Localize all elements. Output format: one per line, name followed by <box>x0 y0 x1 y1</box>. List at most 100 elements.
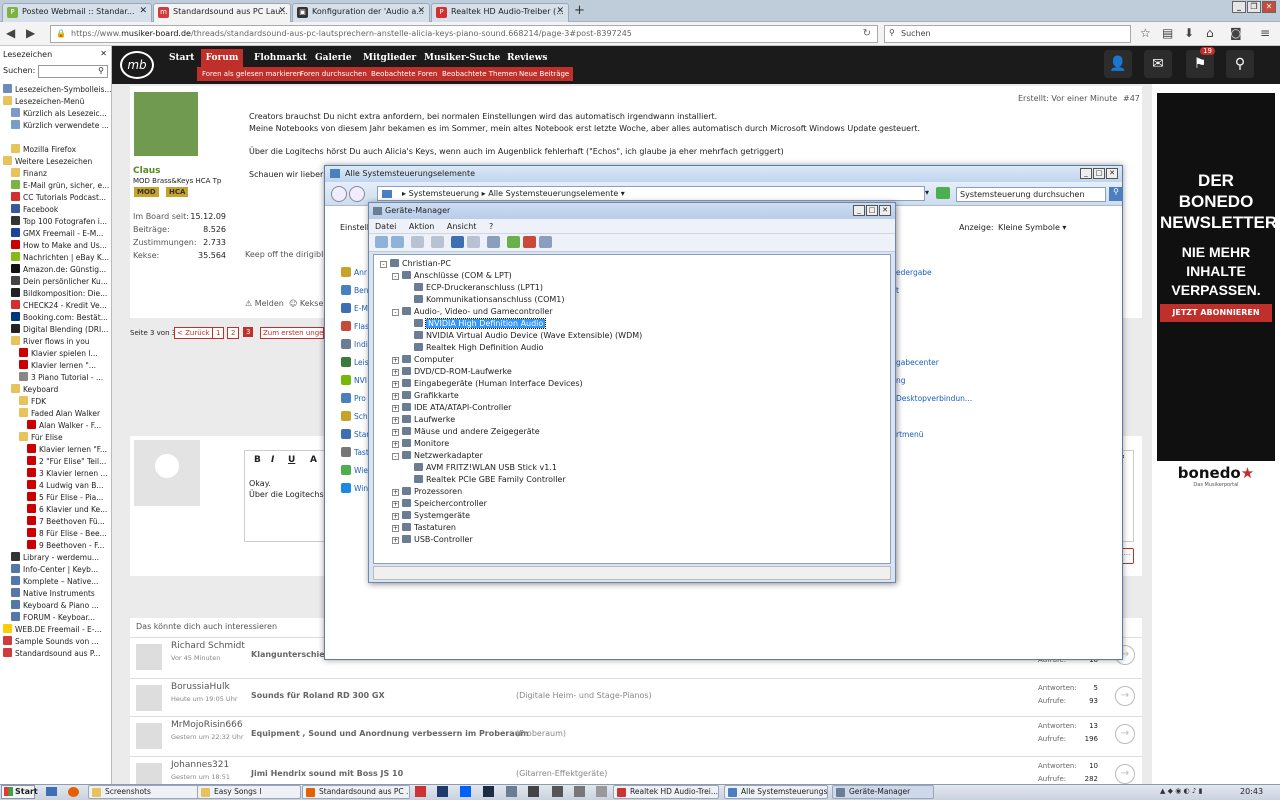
disable-icon[interactable] <box>539 236 552 248</box>
menu-mitglieder[interactable]: Mitglieder <box>363 53 416 63</box>
breadcrumb[interactable]: ▸ Systemsteuerung ▸ Alle Systemsteuerung… <box>377 186 925 201</box>
bookmark-item[interactable]: Keyboard & Piano ... <box>11 600 111 612</box>
dropbox-icon[interactable] <box>460 786 471 797</box>
show-desktop-icon[interactable] <box>46 787 57 796</box>
device-item[interactable]: Realtek High Definition Audio <box>404 342 543 353</box>
submenu-mark-read[interactable]: Foren als gelesen markieren <box>202 70 301 78</box>
menu-musiker-suche[interactable]: Musiker-Suche <box>424 53 500 63</box>
bookmark-item[interactable]: Amazon.de: Günstig... <box>11 264 111 276</box>
device-category[interactable]: + USB-Controller <box>392 534 473 545</box>
expand-icon[interactable]: + <box>392 357 399 364</box>
bookmark-item[interactable]: WEB.DE Freemail - E-... <box>3 624 111 636</box>
device-item[interactable]: AVM FRITZ!WLAN USB Stick v1.1 <box>404 462 557 473</box>
scan-hardware-icon[interactable] <box>487 236 500 248</box>
bookmark-item[interactable]: FDK <box>19 396 111 408</box>
system-tray-icons[interactable]: ▲ ◆ ◉ ◐ ♪ ▮ <box>1160 787 1230 797</box>
close-tab-icon[interactable]: ✕ <box>417 6 425 16</box>
bookmark-item[interactable]: Komplete – Native... <box>11 576 111 588</box>
collapse-icon[interactable]: - <box>392 453 399 460</box>
expand-icon[interactable]: + <box>392 537 399 544</box>
arrow-right-icon[interactable]: → <box>1115 764 1135 784</box>
bookmark-item[interactable]: CC Tutorials Podcast... <box>11 192 111 204</box>
bookmark-item[interactable]: Für Elise <box>19 432 111 444</box>
device-item[interactable]: Kommunikationsanschluss (COM1) <box>404 294 564 305</box>
page-3-button[interactable]: 3 <box>243 327 254 337</box>
thread-user[interactable]: Richard Schmidt <box>171 641 245 651</box>
photoshop-icon[interactable] <box>483 786 494 797</box>
device-category[interactable]: - Audio-, Video- und Gamecontroller <box>392 306 553 317</box>
control-panel-item[interactable]: E-M <box>354 304 368 313</box>
maximize-button[interactable]: □ <box>1093 168 1105 179</box>
device-manager-title-bar[interactable]: Geräte-Manager _ □ ✕ <box>369 203 895 219</box>
device-item[interactable]: NVIDIA High Definition Audio <box>404 318 547 329</box>
search-icon[interactable]: ⚲ <box>1109 187 1123 201</box>
page-1-button[interactable]: 1 <box>212 327 225 339</box>
pocket-icon[interactable]: ◙ <box>1230 26 1242 40</box>
menu-help[interactable]: ? <box>489 222 493 231</box>
bookmark-item[interactable]: 5 Für Elise - Pia... <box>27 492 111 504</box>
bookmark-item[interactable]: Bildkomposition: Die... <box>11 288 111 300</box>
bookmark-item[interactable]: GMX Freemail - E-M... <box>11 228 111 240</box>
control-panel-item[interactable]: edergabe <box>896 268 932 277</box>
thread-title[interactable]: Sounds für Roland RD 300 GX <box>251 691 385 700</box>
device-item[interactable]: ECP-Druckeranschluss (LPT1) <box>404 282 543 293</box>
menu-forum[interactable]: Forum <box>201 49 243 67</box>
submenu-watched-forums[interactable]: Beobachtete Foren <box>371 70 437 78</box>
app-quick-icon[interactable] <box>528 786 539 797</box>
close-button[interactable]: ✕ <box>1106 168 1118 179</box>
search-icon[interactable]: ⚲ <box>1226 50 1254 78</box>
collapse-icon[interactable]: - <box>392 273 399 280</box>
bookmark-item[interactable]: Info-Center | Keyb... <box>11 564 111 576</box>
expand-icon[interactable]: + <box>392 393 399 400</box>
maximize-button[interactable]: □ <box>866 205 878 216</box>
thread-title[interactable]: Equipment , Sound und Anordnung verbesse… <box>251 729 529 738</box>
device-item[interactable]: NVIDIA Virtual Audio Device (Wave Extens… <box>404 330 642 341</box>
tree-root[interactable]: - Christian-PC <box>380 258 451 269</box>
device-category[interactable]: + Laufwerke <box>392 414 455 425</box>
close-sidebar-icon[interactable]: ✕ <box>100 49 107 58</box>
reload-icon[interactable]: ↻ <box>863 28 871 39</box>
browser-tab[interactable]: P Realtek HD Audio-Treiber (... ✕ <box>431 3 569 22</box>
bookmark-item[interactable]: Library - werdemu... <box>11 552 111 564</box>
details-icon[interactable] <box>467 236 480 248</box>
subscribe-button[interactable]: JETZT ABONNIEREN <box>1160 304 1272 322</box>
help-icon[interactable] <box>451 236 464 248</box>
first-unread-button[interactable]: Zum ersten ungele <box>260 327 324 339</box>
bookmark-item[interactable]: Nachrichten | eBay K... <box>11 252 111 264</box>
cookies-link[interactable]: ☺ Kekse <box>289 299 323 308</box>
expand-icon[interactable]: + <box>392 417 399 424</box>
url-bar[interactable]: 🔒 https://www.musiker-board.de/threads/s… <box>50 25 878 43</box>
control-panel-item[interactable]: t <box>896 286 899 295</box>
uninstall-icon[interactable] <box>523 236 536 248</box>
bookmark-item[interactable]: Facebook <box>11 204 111 216</box>
bookmark-item[interactable]: 3 Klavier lernen ... <box>27 468 111 480</box>
control-panel-item[interactable]: Sch <box>354 412 368 421</box>
bookmark-item[interactable]: Finanz <box>11 168 111 180</box>
taskbar-item[interactable]: Alle Systemsteuerungs... <box>724 785 828 799</box>
control-panel-item[interactable]: NVI <box>354 376 367 385</box>
user-icon[interactable]: 👤 <box>1104 50 1132 78</box>
control-panel-item[interactable]: Win <box>354 484 368 493</box>
expand-icon[interactable]: + <box>392 369 399 376</box>
bookmark-item[interactable]: Faded Alan Walker <box>19 408 111 420</box>
breadcrumb-item[interactable]: Alle Systemsteuerungselemente <box>488 189 618 198</box>
bookmark-item[interactable]: Weitere Lesezeichen <box>3 156 111 168</box>
underline-button[interactable]: U <box>288 455 295 465</box>
breadcrumb-item[interactable]: Systemsteuerung <box>409 189 480 198</box>
bookmark-item[interactable] <box>11 132 111 144</box>
bookmark-item[interactable]: Kürzlich als Lesezeic... <box>11 108 111 120</box>
device-category[interactable]: + Mäuse und andere Zeigegeräte <box>392 426 540 437</box>
bookmark-item[interactable]: Keyboard <box>11 384 111 396</box>
bookmark-item[interactable]: 4 Ludwig van B... <box>27 480 111 492</box>
expand-icon[interactable]: + <box>392 429 399 436</box>
browser-tab-active[interactable]: m Standardsound aus PC Lau... ✕ <box>153 3 291 22</box>
forward-icon[interactable] <box>391 236 404 248</box>
new-tab-button[interactable]: + <box>574 3 585 18</box>
control-panel-item[interactable]: Anr <box>354 268 367 277</box>
bookmark-item[interactable]: E-Mail grün, sicher, e... <box>11 180 111 192</box>
bookmark-item[interactable]: River flows in you <box>11 336 111 348</box>
menu-ansicht[interactable]: Ansicht <box>447 222 477 231</box>
device-category[interactable]: + Prozessoren <box>392 486 462 497</box>
control-panel-item[interactable]: Tast <box>354 448 369 457</box>
bookmark-item[interactable]: 3 Piano Tutorial - ... <box>19 372 111 384</box>
